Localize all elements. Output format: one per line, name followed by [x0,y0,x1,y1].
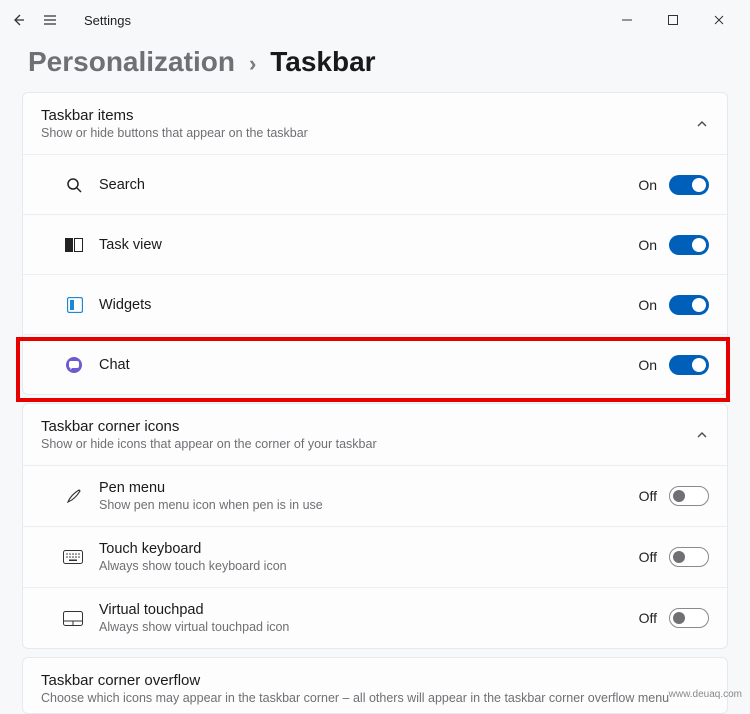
toggle-chat[interactable] [669,355,709,375]
section-subtitle: Show or hide buttons that appear on the … [41,126,695,140]
row-sublabel: Always show virtual touchpad icon [99,620,639,634]
toggle-state: On [638,357,657,373]
arrow-left-icon [10,12,26,28]
panel-corner-overflow: Taskbar corner overflow Choose which ico… [22,657,728,714]
row-chat: Chat On [23,334,727,394]
toggle-state: On [638,237,657,253]
toggle-state: On [638,177,657,193]
section-header-corner-icons[interactable]: Taskbar corner icons Show or hide icons … [23,404,727,465]
row-pen-menu: Pen menu Show pen menu icon when pen is … [23,465,727,526]
chevron-up-icon [695,428,709,442]
maximize-icon [667,14,679,26]
toggle-search[interactable] [669,175,709,195]
toggle-state: Off [639,610,657,626]
section-header-taskbar-items[interactable]: Taskbar items Show or hide buttons that … [23,93,727,154]
row-label: Touch keyboard [99,541,639,557]
titlebar: Settings [0,0,750,40]
row-task-view: Task view On [23,214,727,274]
panel-taskbar-items: Taskbar items Show or hide buttons that … [22,92,728,395]
touchpad-icon [63,611,83,626]
row-label: Search [99,177,638,193]
row-label: Task view [99,237,638,253]
panel-corner-icons: Taskbar corner icons Show or hide icons … [22,403,728,649]
row-label: Virtual touchpad [99,602,639,618]
toggle-state: On [638,297,657,313]
section-subtitle: Choose which icons may appear in the tas… [41,691,709,705]
close-button[interactable] [696,4,742,36]
section-title: Taskbar items [41,107,695,124]
close-icon [713,14,725,26]
app-title: Settings [84,13,131,28]
chevron-right-icon: › [249,51,256,77]
minimize-button[interactable] [604,4,650,36]
hamburger-icon [42,12,58,28]
toggle-task-view[interactable] [669,235,709,255]
watermark: www.deuaq.com [669,689,742,700]
row-widgets: Widgets On [23,274,727,334]
row-sublabel: Show pen menu icon when pen is in use [99,498,639,512]
minimize-icon [621,14,633,26]
toggle-state: Off [639,488,657,504]
row-virtual-touchpad: Virtual touchpad Always show virtual tou… [23,587,727,648]
row-sublabel: Always show touch keyboard icon [99,559,639,573]
row-label: Pen menu [99,480,639,496]
task-view-icon [65,238,83,252]
breadcrumb-current: Taskbar [270,46,375,78]
chevron-up-icon [695,117,709,131]
toggle-state: Off [639,549,657,565]
back-button[interactable] [8,10,28,30]
pen-icon [65,487,83,505]
keyboard-icon [63,550,83,564]
search-icon [65,176,83,194]
toggle-widgets[interactable] [669,295,709,315]
row-touch-keyboard: Touch keyboard Always show touch keyboar… [23,526,727,587]
widgets-icon [67,297,83,313]
toggle-virtual-touchpad[interactable] [669,608,709,628]
chat-icon [65,356,83,374]
nav-menu-button[interactable] [40,10,60,30]
toggle-pen-menu[interactable] [669,486,709,506]
section-header-corner-overflow[interactable]: Taskbar corner overflow Choose which ico… [23,658,727,713]
breadcrumb-parent[interactable]: Personalization [28,46,235,78]
breadcrumb: Personalization › Taskbar [0,40,750,92]
row-search: Search On [23,154,727,214]
section-subtitle: Show or hide icons that appear on the co… [41,437,695,451]
toggle-touch-keyboard[interactable] [669,547,709,567]
row-label: Chat [99,357,638,373]
maximize-button[interactable] [650,4,696,36]
section-title: Taskbar corner icons [41,418,695,435]
row-label: Widgets [99,297,638,313]
section-title: Taskbar corner overflow [41,672,709,689]
